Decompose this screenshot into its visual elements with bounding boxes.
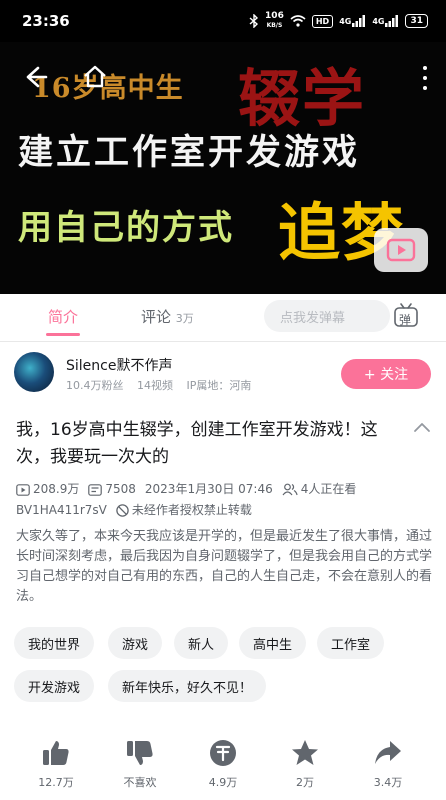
danmaku-count: 7508: [88, 479, 136, 500]
play-count-icon: [16, 483, 30, 496]
ip-location: IP属地：河南: [186, 379, 252, 392]
signal-icon-2: 4G: [372, 15, 399, 27]
detail-tabs: 简介 评论 3万 点我发弹幕 弹: [0, 294, 446, 342]
tab-intro[interactable]: 简介: [48, 306, 78, 327]
thumbs-down-icon: [127, 741, 153, 765]
copyright-notice-text: 未经作者授权禁止转载: [131, 503, 252, 517]
chevron-up-icon[interactable]: [411, 419, 433, 437]
like-count: 12.7万: [38, 776, 74, 789]
wifi-icon: [290, 15, 306, 27]
battery-indicator: 31: [405, 14, 428, 28]
no-repost-icon: [116, 504, 129, 517]
status-icons: 106 KB/S HD 4G 4G 31: [249, 12, 428, 30]
tab-comments-count: 3万: [175, 312, 194, 325]
coin-button[interactable]: 4.9万: [193, 738, 253, 790]
tab-comments-label: 评论: [141, 308, 172, 326]
favorite-button[interactable]: 2万: [275, 738, 335, 790]
watching-now: 4人正在看: [282, 479, 357, 500]
more-dot: [423, 76, 427, 80]
status-bar: 23:36 106 KB/S HD 4G 4G 31: [0, 0, 446, 42]
video-description: 大家久等了，本来今天我应该是开学的，但是最近发生了很大事情，通过长时间深刻考虑，…: [16, 529, 433, 604]
tag-chip[interactable]: 工作室: [317, 627, 385, 659]
video-title: 我，16岁高中生辍学，创建工作室开发游戏！这次，我要玩一次大的: [16, 420, 378, 467]
thumbs-up-icon: [43, 741, 69, 765]
tag-chip[interactable]: 开发游戏: [14, 670, 95, 702]
video-meta: 208.9万 7508 2023年1月30日 07:46 4人正在看 BV1HA…: [16, 479, 436, 521]
coin-icon: [210, 740, 236, 766]
danmaku-toggle-icon[interactable]: 弹: [392, 302, 420, 330]
people-icon: [282, 483, 298, 496]
dislike-button[interactable]: 不喜欢: [110, 738, 170, 790]
active-tab-indicator: [46, 333, 80, 336]
tab-comments[interactable]: 评论 3万: [141, 306, 194, 327]
publish-datetime: 2023年1月30日 07:46: [144, 482, 273, 496]
follow-button[interactable]: + 关注: [341, 359, 431, 389]
avatar[interactable]: [14, 352, 54, 392]
like-button[interactable]: 12.7万: [26, 738, 86, 790]
more-dot: [423, 86, 427, 90]
favorite-count: 2万: [296, 776, 314, 789]
uploader-name[interactable]: Silence默不作声: [66, 355, 172, 375]
share-button[interactable]: 3.4万: [358, 738, 418, 790]
coin-count: 4.9万: [208, 776, 238, 789]
uploader-row: Silence默不作声 10.4万粉丝 14视频 IP属地：河南 + 关注: [0, 342, 446, 402]
video-count: 14视频: [137, 379, 173, 392]
network-speed-value: 106: [265, 11, 284, 21]
more-dot: [423, 66, 427, 70]
tag-chip[interactable]: 游戏: [108, 627, 163, 659]
video-caption-line3: 用自己的方式: [18, 208, 234, 248]
tag-chip[interactable]: 新年快乐，好久不见！: [108, 670, 267, 702]
more-options-icon[interactable]: [416, 66, 434, 90]
home-icon[interactable]: [82, 64, 108, 90]
signal-label-2: 4G: [372, 16, 385, 26]
view-count-value: 208.9万: [33, 482, 80, 496]
follower-count: 10.4万粉丝: [66, 379, 124, 392]
star-icon: [292, 740, 318, 765]
dislike-label: 不喜欢: [123, 776, 157, 789]
view-count: 208.9万: [16, 479, 79, 500]
tag-chip[interactable]: 我的世界: [14, 627, 95, 659]
play-button-icon[interactable]: [374, 228, 428, 272]
share-arrow-icon: [375, 741, 401, 764]
video-caption-line2: 建立工作室开发游戏: [18, 132, 361, 173]
hd-badge: HD: [311, 14, 334, 28]
network-speed-unit: KB/S: [266, 22, 283, 29]
action-bar: 12.7万 不喜欢 4.9万 2万 3.4万: [0, 732, 446, 800]
tag-chip[interactable]: 高中生: [239, 627, 307, 659]
uploader-stats: 10.4万粉丝 14视频 IP属地：河南: [66, 377, 261, 393]
network-speed: 106 KB/S: [265, 12, 284, 30]
danmaku-toggle-label: 弹: [399, 313, 412, 327]
danmaku-input[interactable]: 点我发弹幕: [264, 300, 390, 332]
copyright-notice: 未经作者授权禁止转载: [116, 500, 252, 521]
danmaku-count-icon: [88, 483, 103, 496]
status-time: 23:36: [22, 12, 70, 30]
bvid[interactable]: BV1HA411r7sV: [16, 500, 107, 521]
signal-label-1: 4G: [339, 16, 352, 26]
watching-now-value: 4人正在看: [300, 482, 357, 496]
danmaku-count-value: 7508: [105, 482, 136, 496]
signal-icon-1: 4G: [339, 15, 366, 27]
video-player[interactable]: 16岁高中生 辍学 建立工作室开发游戏 用自己的方式 追梦: [0, 42, 446, 294]
back-arrow-icon[interactable]: [22, 64, 48, 90]
share-count: 3.4万: [373, 776, 403, 789]
bluetooth-icon: [249, 14, 259, 28]
tag-chip[interactable]: 新人: [174, 627, 229, 659]
